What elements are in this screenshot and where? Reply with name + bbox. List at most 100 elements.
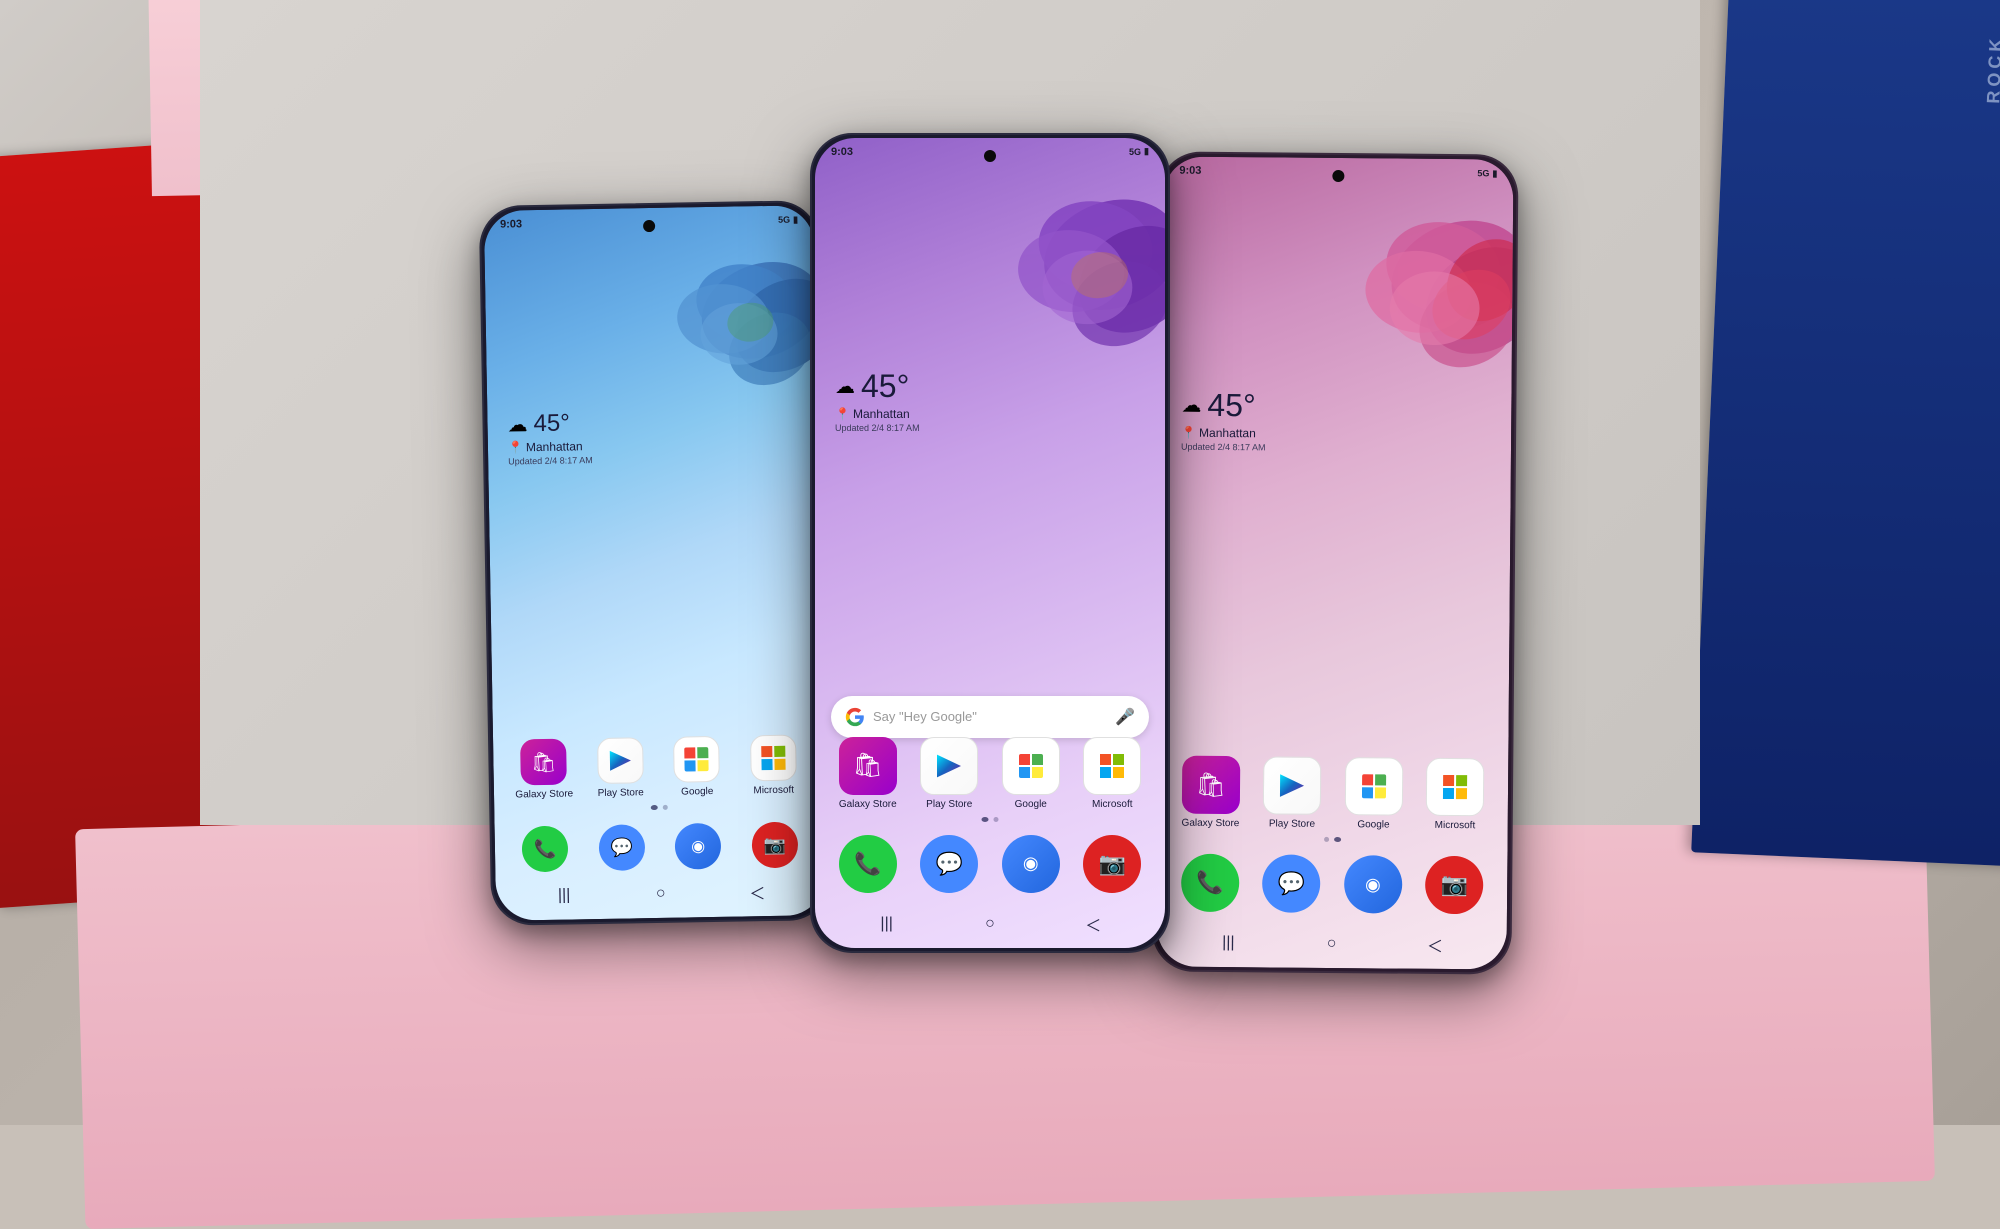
app-galaxy-store-left[interactable]: 🛍 Galaxy Store — [509, 738, 579, 800]
dot-r2 — [1334, 837, 1341, 842]
app-play-store-left[interactable]: Play Store — [586, 737, 656, 799]
galaxy-store-icon-center[interactable]: 🛍 — [839, 737, 897, 795]
google-icon-center[interactable] — [1002, 737, 1060, 795]
bixby-icon-right[interactable]: ◉ — [1344, 855, 1403, 914]
microsoft-label-left: Microsoft — [753, 784, 794, 796]
galaxy-store-label-center: Galaxy Store — [839, 799, 897, 810]
nav-home-center[interactable]: ○ — [978, 912, 1002, 936]
microsoft-icon-center[interactable] — [1083, 737, 1141, 795]
microsoft-icon-right[interactable] — [1426, 757, 1485, 816]
search-bar-center[interactable]: Say "Hey Google" 🎤 — [831, 696, 1149, 738]
phone-app-icon-right[interactable]: 📞 — [1181, 853, 1240, 912]
camera-app-icon-left[interactable]: 📷 — [751, 821, 798, 868]
app-microsoft-center[interactable]: Microsoft — [1076, 737, 1150, 810]
dock-messages-center[interactable]: 💬 — [913, 835, 987, 893]
dock-phone-left[interactable]: 📞 — [511, 825, 580, 872]
nav-recents-right[interactable]: ||| — [1216, 930, 1240, 954]
weather-icon-left: ☁ — [507, 411, 527, 436]
app-google-center[interactable]: Google — [994, 737, 1068, 810]
google-label-center: Google — [1015, 799, 1047, 810]
google-icon-left[interactable] — [673, 735, 720, 782]
google-grid-right — [1362, 774, 1386, 798]
weather-right: ☁ 45° 📍 Manhattan Updated 2/4 8:17 AM — [1181, 386, 1266, 452]
galaxy-store-icon-left[interactable]: 🛍 — [520, 738, 567, 785]
nav-back-left[interactable]: ＜ — [745, 880, 769, 904]
microsoft-label-center: Microsoft — [1092, 799, 1133, 810]
play-store-icon-center[interactable] — [920, 737, 978, 795]
play-store-label-center: Play Store — [926, 799, 972, 810]
app-galaxy-store-right[interactable]: 🛍 Galaxy Store — [1174, 755, 1248, 829]
nav-recents-center[interactable]: ||| — [875, 912, 899, 936]
dock-camera-center[interactable]: 📷 — [1076, 835, 1150, 893]
app-google-left[interactable]: Google — [662, 735, 732, 797]
bixby-icon-center[interactable]: ◉ — [1002, 835, 1060, 893]
battery-left: ▮ — [793, 213, 798, 224]
wallpaper-pink: 9:03 5G ▮ ☁ 45° 📍 Manhatt — [1156, 156, 1513, 969]
phone-center: 9:03 5G ▮ ☁ 45° 📍 Manhatt — [810, 133, 1170, 953]
bixby-icon-left[interactable]: ◉ — [675, 822, 722, 869]
weather-temp-center: 45° — [861, 368, 909, 405]
galaxy-store-icon-right[interactable]: 🛍 — [1182, 755, 1241, 814]
camera-app-icon-right[interactable]: 📷 — [1425, 855, 1484, 914]
dock-bixby-center[interactable]: ◉ — [994, 835, 1068, 893]
dock-bixby-right[interactable]: ◉ — [1336, 855, 1410, 914]
weather-updated-center: Updated 2/4 8:17 AM — [835, 423, 920, 433]
play-store-icon-right[interactable] — [1263, 756, 1322, 815]
weather-icon-right: ☁ — [1181, 392, 1201, 417]
dot-c2 — [994, 817, 999, 822]
camera-left — [643, 219, 655, 231]
time-center: 9:03 — [831, 146, 853, 158]
wallpaper-purple: 9:03 5G ▮ ☁ 45° 📍 Manhatt — [815, 138, 1165, 948]
app-galaxy-store-center[interactable]: 🛍 Galaxy Store — [831, 737, 905, 810]
app-play-store-center[interactable]: Play Store — [913, 737, 987, 810]
weather-temp-right: 45° — [1207, 386, 1256, 423]
ms-grid-left — [761, 745, 785, 769]
play-store-label-right: Play Store — [1269, 818, 1315, 829]
nav-bar-center: ||| ○ ＜ — [815, 908, 1165, 940]
battery-center: ▮ — [1144, 146, 1149, 157]
phone-app-icon-center[interactable]: 📞 — [839, 835, 897, 893]
nav-recents-left[interactable]: ||| — [552, 883, 576, 907]
nav-home-right[interactable]: ○ — [1320, 931, 1344, 955]
dock-left: 📞 💬 ◉ 📷 — [495, 821, 826, 873]
dock-bixby-left[interactable]: ◉ — [664, 822, 733, 869]
messages-icon-center[interactable]: 💬 — [920, 835, 978, 893]
google-icon-right[interactable] — [1345, 757, 1404, 816]
weather-left: ☁ 45° 📍 Manhattan Updated 2/4 8:17 AM — [507, 409, 593, 466]
dock-phone-right[interactable]: 📞 — [1173, 853, 1247, 912]
nav-back-center[interactable]: ＜ — [1081, 912, 1105, 936]
nav-bar-right: ||| ○ ＜ — [1157, 926, 1507, 961]
weather-updated-right: Updated 2/4 8:17 AM — [1181, 441, 1266, 452]
microsoft-icon-left[interactable] — [750, 734, 797, 781]
app-google-right[interactable]: Google — [1337, 757, 1411, 831]
weather-location-left: 📍 Manhattan — [508, 439, 593, 454]
google-grid-left — [684, 747, 708, 771]
ms-grid-right — [1443, 774, 1467, 798]
nav-home-left[interactable]: ○ — [649, 881, 673, 905]
page-indicator-left — [651, 804, 668, 809]
dot-2 — [663, 804, 668, 809]
status-icons-center: 5G ▮ — [1129, 146, 1149, 157]
app-microsoft-left[interactable]: Microsoft — [739, 734, 809, 796]
flower-decoration-purple — [920, 138, 1165, 543]
camera-app-icon-center[interactable]: 📷 — [1083, 835, 1141, 893]
messages-icon-right[interactable]: 💬 — [1262, 854, 1321, 913]
time-left: 9:03 — [500, 218, 522, 230]
ms-grid-center — [1100, 754, 1124, 778]
app-play-store-right[interactable]: Play Store — [1255, 756, 1329, 830]
weather-location-center: 📍 Manhattan — [835, 407, 920, 421]
mic-icon-center[interactable]: 🎤 — [1115, 707, 1135, 727]
search-placeholder-center: Say "Hey Google" — [873, 709, 1107, 724]
dock-messages-left[interactable]: 💬 — [587, 824, 656, 871]
dot-1 — [651, 804, 658, 809]
play-store-icon-left[interactable] — [597, 737, 644, 784]
dock-camera-right[interactable]: 📷 — [1417, 855, 1491, 914]
dock-camera-left[interactable]: 📷 — [740, 821, 809, 868]
dock-phone-center[interactable]: 📞 — [831, 835, 905, 893]
app-microsoft-right[interactable]: Microsoft — [1418, 757, 1492, 831]
messages-icon-left[interactable]: 💬 — [598, 824, 645, 871]
dock-messages-right[interactable]: 💬 — [1254, 854, 1328, 913]
phone-left: 9:03 5G ▮ ☁ 45° 📍 Manhatt — [479, 200, 832, 926]
nav-back-right[interactable]: ＜ — [1423, 932, 1447, 956]
phone-app-icon-left[interactable]: 📞 — [522, 825, 569, 872]
